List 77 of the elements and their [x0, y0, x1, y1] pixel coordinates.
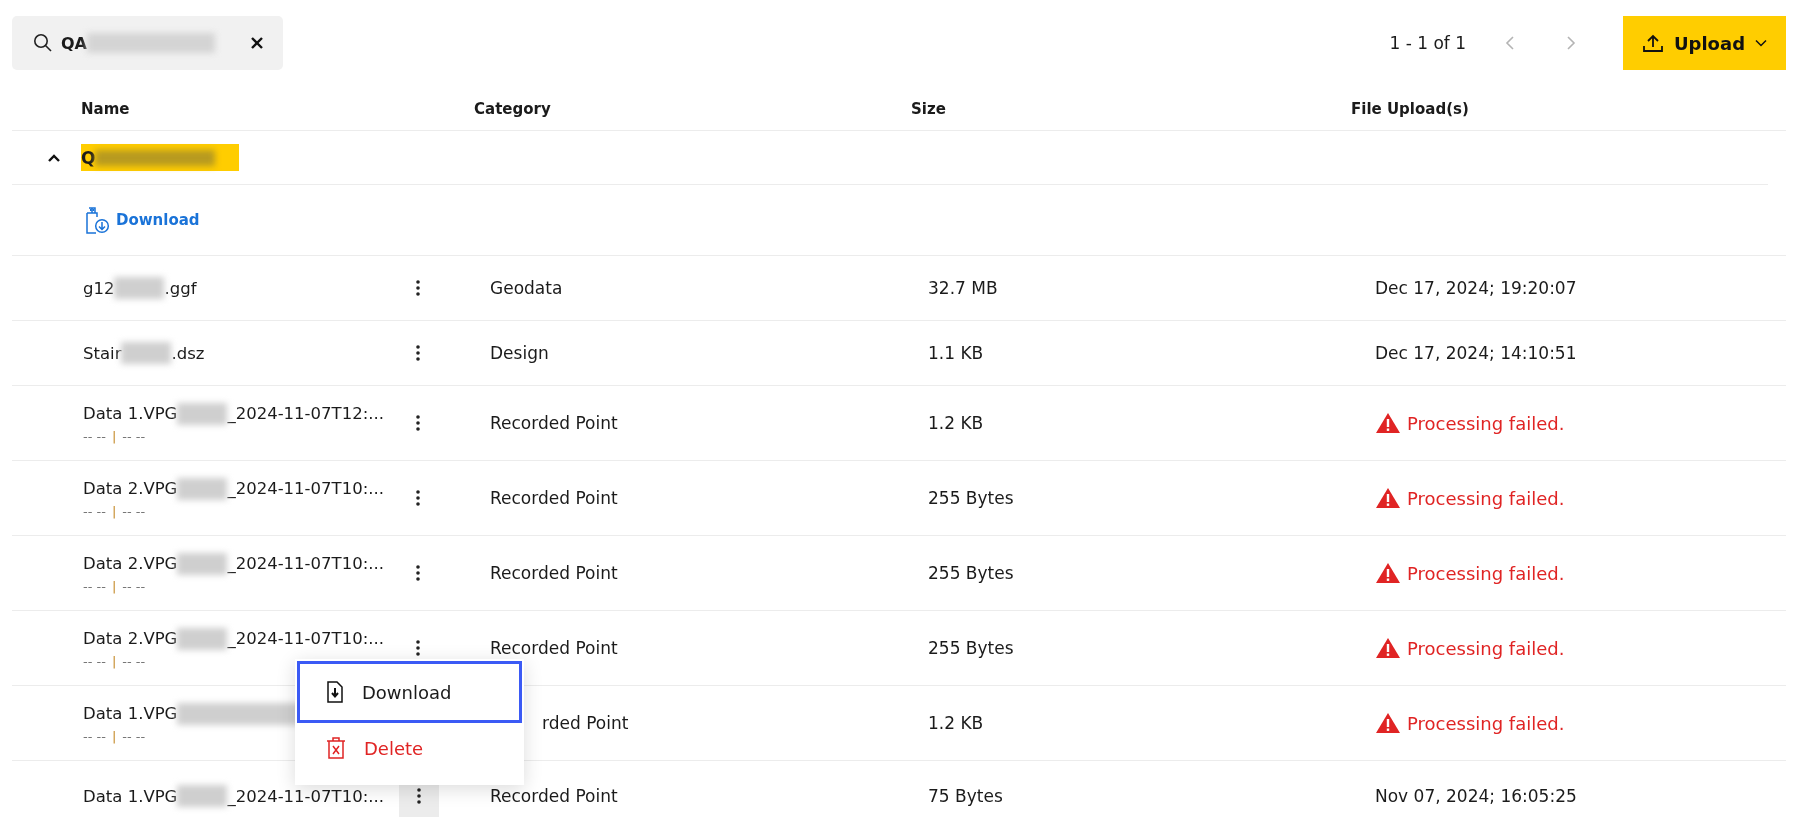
error-message: Processing failed. — [1407, 412, 1565, 434]
more-icon — [416, 640, 420, 656]
file-name: Stair .dsz — [83, 342, 206, 364]
meta-text: -- -- — [83, 578, 106, 594]
meta-text: -- -- — [122, 578, 146, 594]
more-icon — [416, 415, 420, 431]
download-link[interactable]: Download — [84, 205, 200, 235]
meta-text: -- -- — [83, 503, 106, 519]
category-cell-text: Recorded Point — [490, 786, 619, 806]
size-cell-text: 255 Bytes — [928, 563, 1015, 583]
column-header: Category — [474, 100, 552, 118]
meta-text: -- -- — [122, 428, 146, 444]
size-cell-text: 255 Bytes — [928, 488, 1015, 508]
separator: | — [111, 653, 117, 669]
upload-date: Dec 17, 2024; 19:20:07 — [1375, 278, 1577, 298]
size-cell-text: 32.7 MB — [928, 278, 999, 298]
warning-icon — [1375, 562, 1401, 584]
meta-text: -- -- — [122, 728, 146, 744]
warning-icon — [1375, 637, 1401, 659]
size-cell-text: 1.2 KB — [928, 713, 985, 733]
category-cell-text: Design — [490, 343, 550, 363]
meta-text: -- -- — [83, 653, 106, 669]
file-name: Data 1.VPG _2024-11-07T12:... — [83, 402, 385, 425]
separator: | — [111, 503, 117, 519]
page-range: 1 - 1 of 1 — [1389, 33, 1466, 53]
close-icon — [250, 36, 264, 50]
chevron-up-icon — [47, 152, 61, 163]
error-message: Processing failed. — [1407, 487, 1565, 509]
more-icon — [416, 565, 420, 581]
warning-icon — [1375, 487, 1401, 509]
meta-text: -- -- — [122, 653, 146, 669]
file-name: g12 .ggf — [83, 277, 198, 299]
trash-icon — [326, 736, 346, 760]
file-name: Data 1.VPG _2024-11-07T10:... — [83, 785, 385, 807]
size-cell-text: 1.2 KB — [928, 413, 985, 433]
usb-download-icon — [84, 205, 110, 235]
error-message: Processing failed. — [1407, 712, 1565, 734]
warning-icon — [1375, 712, 1401, 734]
warning-icon — [1375, 412, 1401, 434]
more-icon — [416, 345, 420, 361]
file-name: Data 2.VPG _2024-11-07T10:... — [83, 627, 385, 650]
category-cell-text: Geodata — [490, 278, 564, 298]
menu-item[interactable]: Delete — [297, 723, 522, 773]
menu-item[interactable]: Download — [297, 661, 522, 723]
column-header: Name — [81, 100, 131, 118]
more-icon — [416, 490, 420, 506]
caret-icon — [1755, 39, 1768, 47]
upload-date: Nov 07, 2024; 16:05:25 — [1375, 786, 1577, 806]
size-cell-text: 1.1 KB — [928, 343, 985, 363]
category-cell-text: Recorded Point — [490, 638, 619, 658]
more-icon — [417, 788, 421, 804]
category-cell-text: Recorded Point — [490, 413, 619, 433]
meta-text: -- -- — [83, 428, 106, 444]
more-icon — [416, 280, 420, 296]
separator: | — [111, 728, 117, 744]
column-header: Size — [911, 100, 947, 118]
category-cell-text: Recorded Point — [490, 563, 619, 583]
file-download-icon — [326, 681, 344, 703]
search-field[interactable]: QA — [12, 16, 283, 70]
column-header: File Upload(s) — [1351, 100, 1470, 118]
upload-button[interactable]: Upload — [1623, 16, 1786, 70]
file-name: Data 2.VPG _2024-11-07T10:... — [83, 477, 385, 500]
upload-date: Dec 17, 2024; 14:10:51 — [1375, 343, 1577, 363]
search-icon — [33, 33, 53, 53]
size-cell-text: 75 Bytes — [928, 786, 1004, 806]
file-name: Data 2.VPG _2024-11-07T10:... — [83, 552, 385, 575]
error-message: Processing failed. — [1407, 562, 1565, 584]
upload-icon — [1641, 33, 1664, 53]
meta-text: -- -- — [83, 728, 106, 744]
category-cell-text: rded Point — [541, 713, 630, 733]
category-cell-text: Recorded Point — [490, 488, 619, 508]
size-cell-text: 255 Bytes — [928, 638, 1015, 658]
group-name: Q — [81, 144, 240, 171]
separator: | — [111, 428, 117, 444]
error-message: Processing failed. — [1407, 637, 1565, 659]
separator: | — [111, 578, 117, 594]
meta-text: -- -- — [122, 503, 146, 519]
